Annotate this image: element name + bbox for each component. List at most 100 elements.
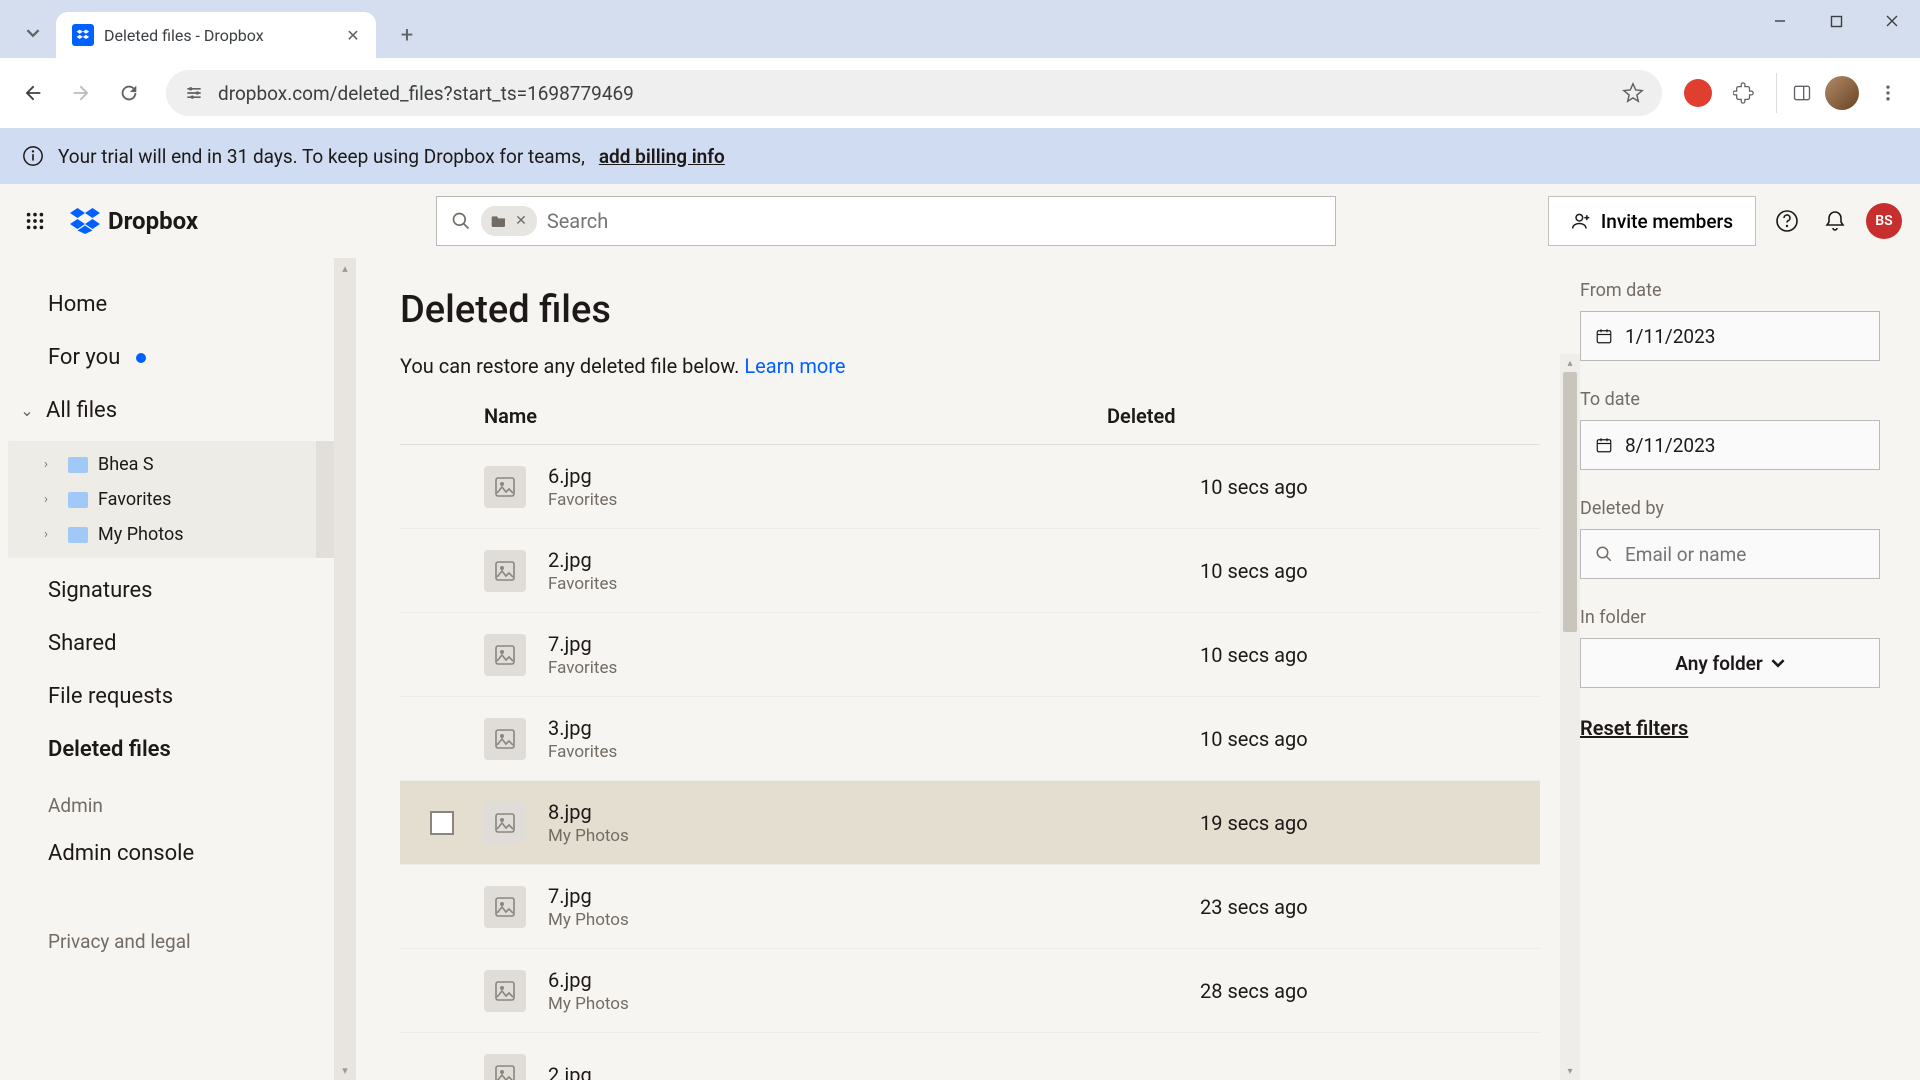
new-tab-button[interactable]: + xyxy=(390,18,424,52)
browser-chrome: Deleted files - Dropbox ✕ + dropbox.com/… xyxy=(0,0,1920,128)
file-name: 6.jpg xyxy=(548,464,617,488)
sidebar-item-shared[interactable]: Shared xyxy=(0,617,356,670)
file-name: 2.jpg xyxy=(548,548,617,572)
column-name[interactable]: Name xyxy=(484,404,537,428)
sidebar-item-for-you[interactable]: For you xyxy=(0,331,356,384)
deleted-by-field[interactable] xyxy=(1625,543,1870,566)
sidebar-item-all-files[interactable]: ⌄All files xyxy=(0,384,356,437)
main-scrollbar[interactable]: ▴ ▾ xyxy=(1560,354,1580,1080)
row-checkbox[interactable] xyxy=(430,811,454,835)
extension-lastpass-icon[interactable] xyxy=(1678,73,1718,113)
app-grid-icon[interactable] xyxy=(18,204,52,238)
folder-icon xyxy=(491,214,507,228)
sidebar-item-deleted-files[interactable]: Deleted files xyxy=(0,723,356,776)
file-location: My Photos xyxy=(548,994,629,1014)
app-header: Dropbox ✕ Invite members BS xyxy=(0,184,1920,258)
browser-menu-icon[interactable] xyxy=(1868,73,1908,113)
reload-button[interactable] xyxy=(108,72,150,114)
image-file-icon xyxy=(484,802,526,844)
tree-item[interactable]: ›My Photos xyxy=(8,517,334,552)
side-panel-icon[interactable] xyxy=(1776,73,1816,113)
scroll-up-icon: ▴ xyxy=(1560,354,1580,372)
folder-label: In folder xyxy=(1580,607,1892,628)
user-avatar[interactable]: BS xyxy=(1866,203,1902,239)
image-file-icon xyxy=(484,466,526,508)
sidebar-label: For you xyxy=(48,345,120,370)
address-bar[interactable]: dropbox.com/deleted_files?start_ts=16987… xyxy=(166,70,1662,116)
scroll-thumb[interactable] xyxy=(1563,372,1577,632)
folder-icon xyxy=(68,527,88,543)
table-row[interactable]: 2.jpgFavorites10 secs ago xyxy=(400,529,1540,613)
search-box[interactable]: ✕ xyxy=(436,196,1336,246)
calendar-icon xyxy=(1595,327,1613,345)
tab-close-button[interactable]: ✕ xyxy=(344,26,362,44)
sidebar-item-home[interactable]: Home xyxy=(0,278,356,331)
invite-label: Invite members xyxy=(1601,210,1733,233)
tree-item[interactable]: ›Favorites xyxy=(8,482,334,517)
scroll-up-icon: ▴ xyxy=(334,258,356,278)
tree-item[interactable]: ›Bhea S xyxy=(8,447,334,482)
image-file-icon xyxy=(484,1054,526,1080)
close-window-button[interactable] xyxy=(1864,0,1920,42)
tree-scrollbar[interactable] xyxy=(316,441,334,558)
search-input[interactable] xyxy=(547,209,1321,233)
table-row[interactable]: 3.jpgFavorites10 secs ago xyxy=(400,697,1540,781)
deleted-by-input[interactable] xyxy=(1580,529,1880,579)
file-location: Favorites xyxy=(548,658,617,678)
table-row[interactable]: 6.jpgFavorites10 secs ago xyxy=(400,445,1540,529)
deleted-time: 10 secs ago xyxy=(1200,559,1540,583)
tab-search-dropdown[interactable] xyxy=(16,16,50,50)
sidebar: Home For you ⌄All files ›Bhea S ›Favorit… xyxy=(0,258,356,1080)
table-row[interactable]: 2.jpg xyxy=(400,1033,1540,1080)
help-icon[interactable] xyxy=(1770,204,1804,238)
minimize-button[interactable] xyxy=(1752,0,1808,42)
search-icon xyxy=(451,211,471,231)
deleted-files-table: Name Deleted 6.jpgFavorites10 secs ago2.… xyxy=(400,404,1540,1080)
search-scope-chip[interactable]: ✕ xyxy=(481,206,537,236)
to-date-input[interactable]: 8/11/2023 xyxy=(1580,420,1880,470)
profile-avatar[interactable] xyxy=(1822,73,1862,113)
browser-toolbar: dropbox.com/deleted_files?start_ts=16987… xyxy=(0,58,1920,128)
tree-label: My Photos xyxy=(98,524,184,545)
main-content: Deleted files You can restore any delete… xyxy=(356,258,1580,1080)
reset-filters-link[interactable]: Reset filters xyxy=(1580,716,1892,740)
column-deleted[interactable]: Deleted xyxy=(1107,404,1176,428)
learn-more-link[interactable]: Learn more xyxy=(744,354,845,378)
dropbox-logo[interactable]: Dropbox xyxy=(70,207,198,235)
notifications-icon[interactable] xyxy=(1818,204,1852,238)
sidebar-label: Deleted files xyxy=(48,737,171,762)
deleted-time: 28 secs ago xyxy=(1200,979,1540,1003)
deleted-time: 10 secs ago xyxy=(1200,643,1540,667)
sidebar-scrollbar[interactable]: ▴ ▾ xyxy=(334,258,356,1080)
sidebar-item-file-requests[interactable]: File requests xyxy=(0,670,356,723)
bookmark-icon[interactable] xyxy=(1622,82,1644,104)
extensions-icon[interactable] xyxy=(1724,73,1764,113)
sidebar-item-signatures[interactable]: Signatures xyxy=(0,564,356,617)
brand-name: Dropbox xyxy=(108,207,198,235)
table-row[interactable]: 6.jpgMy Photos28 secs ago xyxy=(400,949,1540,1033)
folder-select[interactable]: Any folder xyxy=(1580,638,1880,688)
back-button[interactable] xyxy=(12,72,54,114)
chip-close-icon[interactable]: ✕ xyxy=(515,213,527,229)
new-dot-icon xyxy=(136,353,146,363)
site-settings-icon[interactable] xyxy=(184,83,204,103)
file-location: Favorites xyxy=(548,742,617,762)
folder-value: Any folder xyxy=(1675,652,1762,675)
sidebar-item-admin-console[interactable]: Admin console xyxy=(0,827,356,880)
deleted-by-label: Deleted by xyxy=(1580,498,1892,519)
image-file-icon xyxy=(484,718,526,760)
invite-members-button[interactable]: Invite members xyxy=(1548,196,1756,246)
table-row[interactable]: 7.jpgFavorites10 secs ago xyxy=(400,613,1540,697)
browser-tab[interactable]: Deleted files - Dropbox ✕ xyxy=(56,12,376,58)
search-icon xyxy=(1595,545,1613,563)
subtitle-text: You can restore any deleted file below. xyxy=(400,354,744,378)
add-billing-link[interactable]: add billing info xyxy=(599,145,725,168)
privacy-legal-link[interactable]: Privacy and legal xyxy=(0,920,356,963)
table-row[interactable]: 8.jpgMy Photos19 secs ago xyxy=(400,781,1540,865)
from-date-value: 1/11/2023 xyxy=(1625,325,1715,348)
dropbox-favicon xyxy=(72,24,94,46)
file-name: 2.jpg xyxy=(548,1063,592,1080)
maximize-button[interactable] xyxy=(1808,0,1864,42)
from-date-input[interactable]: 1/11/2023 xyxy=(1580,311,1880,361)
table-row[interactable]: 7.jpgMy Photos23 secs ago xyxy=(400,865,1540,949)
